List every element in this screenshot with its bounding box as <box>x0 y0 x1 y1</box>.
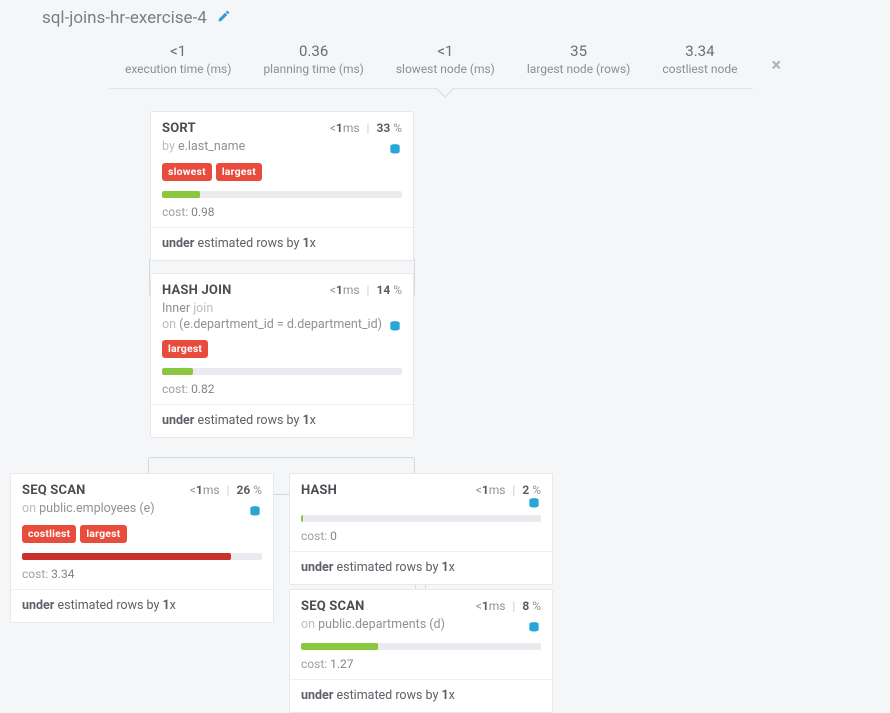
bar-fill <box>162 368 193 375</box>
node-metrics: <1ms | 26 % <box>190 483 262 497</box>
stats-pointer-icon <box>0 88 890 98</box>
disk-icon <box>527 497 541 511</box>
node-detail: by e.last_name <box>151 139 413 161</box>
node-cost: cost: 3.34 <box>11 567 273 589</box>
tag-largest: largest <box>80 525 126 543</box>
plan-node-hash[interactable]: HASH <1ms | 2 % cost: 0 under estimated … <box>289 473 553 585</box>
tag-largest: largest <box>216 163 262 181</box>
node-op: HASH <box>301 483 337 498</box>
node-tags: costliest largest <box>11 523 273 549</box>
node-tags: largest <box>151 338 413 364</box>
plan-node-sort[interactable]: SORT <1ms | 33 % by e.last_name slowest … <box>150 111 414 261</box>
node-cost-bar <box>290 639 552 657</box>
stat-label: slowest node (ms) <box>396 62 495 76</box>
node-estimate: under estimated rows by 1x <box>290 552 552 584</box>
tag-largest: largest <box>162 340 208 358</box>
node-op: SORT <box>162 121 196 136</box>
node-metrics: <1ms | 14 % <box>330 283 402 297</box>
disk-icon <box>388 320 402 334</box>
stat-value: 3.34 <box>662 42 737 60</box>
stats-bar: <1 execution time (ms) 0.36 planning tim… <box>0 42 890 89</box>
node-detail: on public.departments (d) <box>290 617 552 639</box>
stat-label: planning time (ms) <box>263 62 363 76</box>
page-title-row: sql-joins-hr-exercise-4 <box>0 0 890 28</box>
close-icon[interactable]: × <box>771 55 781 76</box>
node-estimate: under estimated rows by 1x <box>151 405 413 437</box>
stat-costliest-node: 3.34 costliest node <box>646 42 753 88</box>
node-estimate: under estimated rows by 1x <box>11 590 273 622</box>
stat-value: 35 <box>527 42 630 60</box>
node-cost-bar <box>151 364 413 382</box>
node-estimate: under estimated rows by 1x <box>151 228 413 260</box>
node-cost: cost: 0 <box>290 529 552 551</box>
stat-label: costliest node <box>662 62 737 76</box>
disk-icon <box>248 505 262 519</box>
node-detail: Inner join on (e.department_id = d.depar… <box>151 301 413 338</box>
tag-costliest: costliest <box>22 525 76 543</box>
node-detail <box>290 501 552 515</box>
stat-largest-node: 35 largest node (rows) <box>511 42 646 88</box>
bar-fill <box>22 553 231 560</box>
node-cost-bar <box>11 549 273 567</box>
disk-icon <box>527 621 541 635</box>
node-metrics: <1ms | 33 % <box>330 121 402 135</box>
node-metrics: <1ms | 8 % <box>476 599 541 613</box>
node-cost: cost: 0.82 <box>151 382 413 404</box>
stat-label: largest node (rows) <box>527 62 630 76</box>
node-detail: on public.employees (e) <box>11 501 273 523</box>
node-op: HASH JOIN <box>162 283 231 298</box>
bar-fill <box>301 643 378 650</box>
stat-slowest-node: <1 slowest node (ms) <box>380 42 511 88</box>
stats-list: <1 execution time (ms) 0.36 planning tim… <box>109 42 754 89</box>
stat-label: execution time (ms) <box>125 62 231 76</box>
node-cost: cost: 0.98 <box>151 205 413 227</box>
tag-slowest: slowest <box>162 163 212 181</box>
node-metrics: <1ms | 2 % <box>476 483 541 497</box>
bar-fill <box>162 191 200 198</box>
node-tags: slowest largest <box>151 161 413 187</box>
stat-execution-time: <1 execution time (ms) <box>109 42 247 88</box>
plan-canvas: SORT <1ms | 33 % by e.last_name slowest … <box>0 107 890 667</box>
stat-value: 0.36 <box>263 42 363 60</box>
page-title: sql-joins-hr-exercise-4 <box>42 8 207 28</box>
node-cost-bar <box>290 515 552 529</box>
node-op: SEQ SCAN <box>301 599 365 614</box>
node-cost-bar <box>151 187 413 205</box>
plan-node-seqscan-departments[interactable]: SEQ SCAN <1ms | 8 % on public.department… <box>289 589 553 713</box>
stat-planning-time: 0.36 planning time (ms) <box>247 42 379 88</box>
bar-fill <box>301 515 303 522</box>
disk-icon <box>388 143 402 157</box>
node-cost: cost: 1.27 <box>290 657 552 679</box>
plan-node-hash-join[interactable]: HASH JOIN <1ms | 14 % Inner join on (e.d… <box>150 273 414 438</box>
stat-value: <1 <box>125 42 231 60</box>
stat-value: <1 <box>396 42 495 60</box>
node-op: SEQ SCAN <box>22 483 86 498</box>
node-estimate: under estimated rows by 1x <box>290 680 552 712</box>
edit-title-icon[interactable] <box>217 9 231 27</box>
plan-node-seqscan-employees[interactable]: SEQ SCAN <1ms | 26 % on public.employees… <box>10 473 274 623</box>
